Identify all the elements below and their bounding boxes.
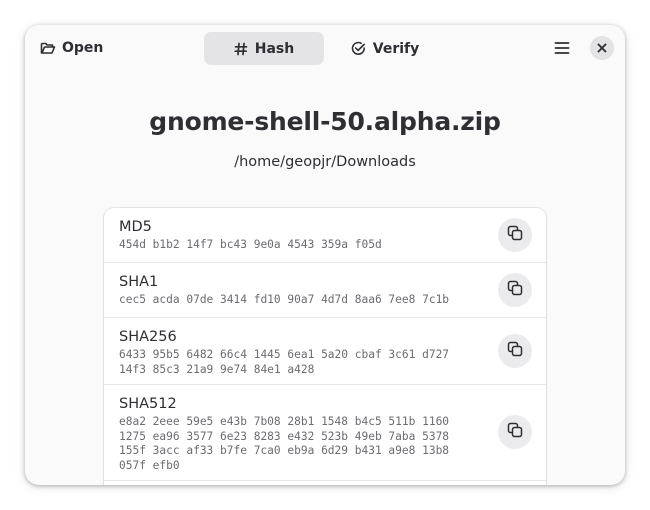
main-menu-button[interactable]	[546, 32, 578, 64]
hash-icon	[234, 42, 248, 56]
hash-row-md5: MD5 454d b1b2 14f7 bc43 9e0a 4543 359a f…	[104, 208, 546, 263]
hash-algorithm-label: SHA256	[119, 329, 177, 345]
folder-open-icon	[40, 40, 56, 56]
hash-digest[interactable]: 6433 95b5 6482 66c4 1445 6ea1 5a20 cbaf …	[119, 348, 476, 377]
hash-row-more	[104, 481, 546, 485]
hash-algorithm-label: SHA1	[119, 274, 159, 290]
tab-hash[interactable]: Hash	[204, 32, 324, 65]
hash-row-sha256: SHA256 6433 95b5 6482 66c4 1445 6ea1 5a2…	[104, 318, 546, 385]
app-window: Open Hash Verify gnome-shell-50.alpha.zi…	[25, 25, 625, 485]
copy-md5-button[interactable]	[498, 218, 532, 252]
open-button[interactable]: Open	[34, 32, 109, 64]
tab-hash-label: Hash	[254, 40, 295, 57]
hash-digest[interactable]: e8a2 2eee 59e5 e43b 7b08 28b1 1548 b4c5 …	[119, 415, 476, 473]
hash-algorithm-label: SHA512	[119, 396, 177, 412]
tab-verify-label: Verify	[372, 40, 420, 57]
check-circle-icon	[351, 41, 366, 56]
copy-icon	[507, 280, 523, 300]
copy-sha1-button[interactable]	[498, 273, 532, 307]
copy-sha512-button[interactable]	[498, 415, 532, 449]
file-path: /home/geopjr/Downloads	[234, 154, 416, 170]
hash-row-sha1: SHA1 cec5 acda 07de 3414 fd10 90a7 4d7d …	[104, 263, 546, 318]
copy-icon	[507, 341, 523, 361]
copy-icon	[507, 225, 523, 245]
file-name-title: gnome-shell-50.alpha.zip	[149, 107, 501, 136]
hash-list: MD5 454d b1b2 14f7 bc43 9e0a 4543 359a f…	[104, 208, 546, 485]
hash-row-sha512: SHA512 e8a2 2eee 59e5 e43b 7b08 28b1 154…	[104, 385, 546, 481]
tab-verify[interactable]: Verify	[325, 32, 445, 65]
hash-digest[interactable]: cec5 acda 07de 3414 fd10 90a7 4d7d 8aa6 …	[119, 293, 476, 308]
open-button-label: Open	[62, 40, 104, 56]
copy-sha256-button[interactable]	[498, 334, 532, 368]
close-button[interactable]	[590, 36, 614, 60]
copy-icon	[507, 422, 523, 442]
hash-algorithm-label: MD5	[119, 219, 152, 235]
header-bar: Open Hash Verify	[25, 25, 625, 71]
close-icon	[597, 43, 607, 53]
hamburger-menu-icon	[554, 41, 570, 55]
hash-digest[interactable]: 454d b1b2 14f7 bc43 9e0a 4543 359a f05d	[119, 238, 476, 253]
